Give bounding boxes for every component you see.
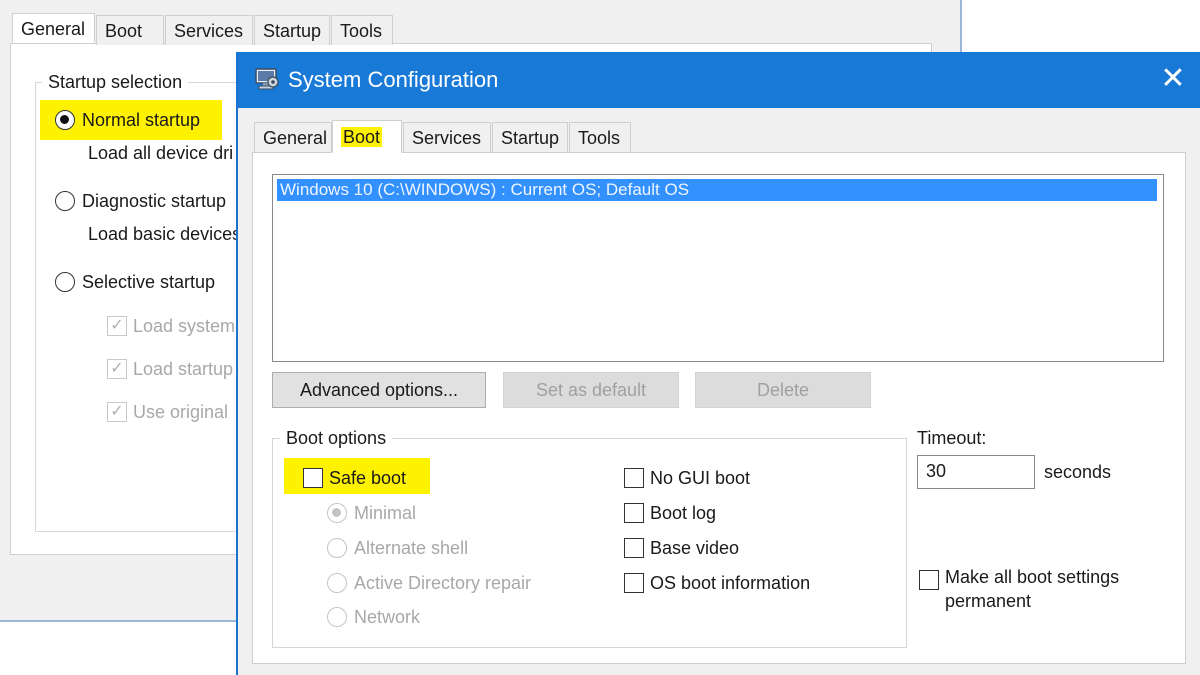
tab-label: Startup (263, 21, 322, 41)
alternate-shell-label: Alternate shell (354, 538, 469, 558)
alternate-shell-radio[interactable] (327, 538, 347, 558)
window-title: System Configuration (288, 67, 499, 92)
tab-boot[interactable]: Boot (332, 120, 402, 153)
tab-label: General (263, 128, 328, 148)
load-startup-label: Load startup (133, 359, 234, 379)
tab-label: Startup (501, 128, 560, 148)
os-boot-info-label: OS boot information (650, 573, 811, 593)
no-gui-boot-checkbox[interactable] (624, 468, 644, 488)
timeout-input[interactable]: 30 (917, 455, 1035, 489)
normal-startup-label: Normal startup (82, 110, 201, 130)
normal-startup-radio[interactable] (55, 110, 75, 130)
os-list[interactable]: Windows 10 (C:\WINDOWS) : Current OS; De… (272, 174, 1164, 362)
tab-general[interactable]: General (254, 122, 332, 152)
make-permanent-label-line2: permanent (945, 591, 1032, 611)
tab-label: Tools (340, 21, 383, 41)
diagnostic-startup-radio[interactable] (55, 191, 75, 211)
selective-startup-radio[interactable] (55, 272, 75, 292)
base-video-checkbox[interactable] (624, 538, 644, 558)
back-tab-startup[interactable]: Startup (254, 15, 330, 45)
system-configuration-window: System Configuration ✕ General Boot Serv… (236, 52, 1200, 675)
startup-selection-title: Startup selection (42, 71, 189, 93)
system-configuration-icon (255, 68, 279, 90)
title-bar[interactable]: System Configuration ✕ (238, 52, 1200, 108)
tab-label: Tools (578, 128, 621, 148)
set-as-default-button[interactable]: Set as default (503, 372, 679, 408)
minimal-label: Minimal (354, 503, 417, 523)
diagnostic-startup-label: Diagnostic startup (82, 191, 227, 211)
diagnostic-startup-desc: Load basic devices (88, 224, 242, 244)
tab-startup[interactable]: Startup (492, 122, 568, 152)
delete-button[interactable]: Delete (695, 372, 871, 408)
ad-repair-radio[interactable] (327, 573, 347, 593)
ad-repair-label: Active Directory repair (354, 573, 532, 593)
load-system-checkbox[interactable]: ✓ (107, 316, 127, 336)
selective-startup-label: Selective startup (82, 272, 216, 292)
os-list-item[interactable]: Windows 10 (C:\WINDOWS) : Current OS; De… (277, 179, 1157, 201)
back-tab-tools[interactable]: Tools (331, 15, 393, 45)
boot-log-checkbox[interactable] (624, 503, 644, 523)
safe-boot-checkbox[interactable] (303, 468, 323, 488)
load-system-label: Load system (133, 316, 236, 336)
use-original-checkbox[interactable]: ✓ (107, 402, 127, 422)
no-gui-boot-label: No GUI boot (650, 468, 751, 488)
tab-label: Services (174, 21, 244, 41)
back-tab-boot[interactable]: Boot (96, 15, 164, 45)
minimal-radio[interactable] (327, 503, 347, 523)
use-original-label: Use original (133, 402, 229, 422)
tab-label: Services (412, 128, 482, 148)
network-radio[interactable] (327, 607, 347, 627)
boot-log-label: Boot log (650, 503, 717, 523)
normal-startup-desc: Load all device dri (88, 143, 234, 163)
make-permanent-checkbox[interactable] (919, 570, 939, 590)
make-permanent-label-line1: Make all boot settings (945, 567, 1120, 587)
back-tab-general[interactable]: General (12, 13, 95, 43)
tab-label: Boot (341, 127, 383, 147)
load-startup-checkbox[interactable]: ✓ (107, 359, 127, 379)
tab-label: Boot (105, 21, 143, 41)
advanced-options-button[interactable]: Advanced options... (272, 372, 486, 408)
os-boot-info-checkbox[interactable] (624, 573, 644, 593)
back-tab-services[interactable]: Services (165, 15, 253, 45)
network-label: Network (354, 607, 421, 627)
safe-boot-label: Safe boot (329, 468, 407, 488)
timeout-label: Timeout: (917, 428, 987, 448)
boot-options-title: Boot options (280, 427, 393, 449)
base-video-label: Base video (650, 538, 740, 558)
tab-services[interactable]: Services (403, 122, 491, 152)
tab-label: General (21, 19, 86, 39)
close-icon[interactable]: ✕ (1156, 62, 1190, 96)
tab-tools[interactable]: Tools (569, 122, 631, 152)
seconds-label: seconds (1044, 462, 1112, 482)
